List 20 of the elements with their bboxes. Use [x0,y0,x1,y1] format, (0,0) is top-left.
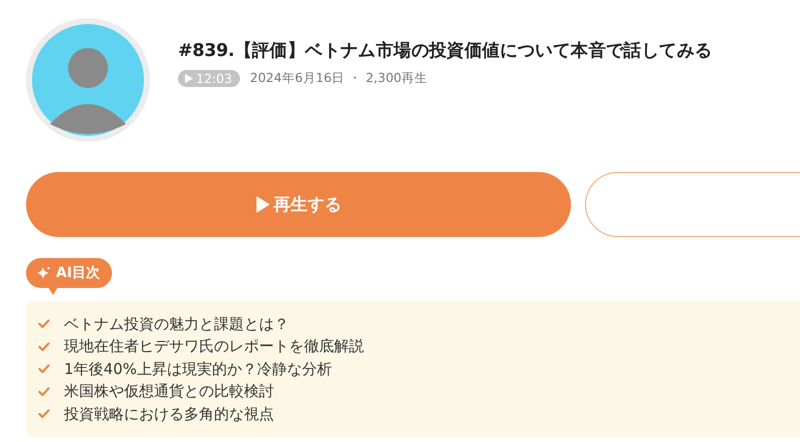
check-icon [38,364,50,374]
toc-item: 現地在住者ヒデサワ氏のレポートを徹底解説 [64,337,364,356]
play-count: 2,300再生 [366,70,428,86]
toc-item: 1年後40%上昇は現実的か？冷静な分析 [64,360,332,379]
publish-date: 2024年6月16日 [250,70,345,86]
toc-item: 投資戦略における多角的な視点 [64,404,274,424]
play-icon [185,74,193,82]
toc-item: ベトナム投資の魅力と課題とは？ [64,314,289,334]
check-icon [38,342,50,352]
check-icon [38,319,50,330]
episode-title: #839.【評価】ベトナム市場の投資価値について本音で話してみる [178,40,712,62]
outline-button[interactable] [585,172,800,237]
play-icon [256,196,270,213]
sparkle-icon [37,266,51,280]
duration-badge: 12:03 [178,70,240,86]
check-icon [38,386,50,397]
toc-item: 米国株や仮想通貨との比較検討 [64,382,274,402]
check-icon [38,409,50,420]
separator-dot: ・ [348,70,362,86]
play-button[interactable]: 再生する [26,172,571,237]
